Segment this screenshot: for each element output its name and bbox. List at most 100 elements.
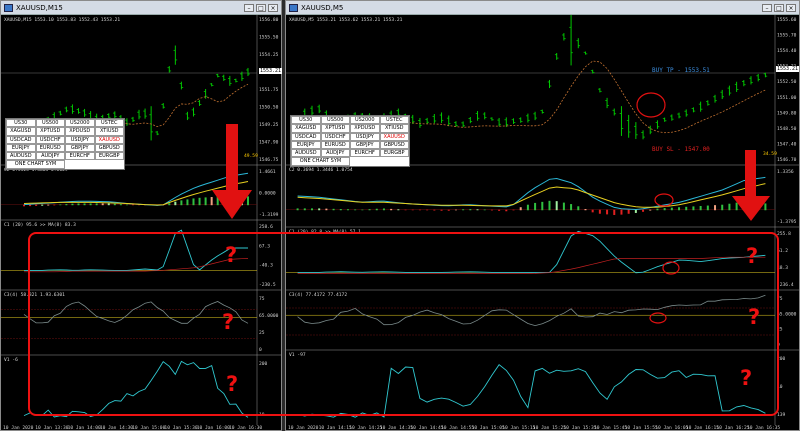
macd-histogram-bar xyxy=(757,202,760,211)
macd-header: C2 0.3694 1.3446 1.0754 xyxy=(289,167,353,173)
left-chart-canvas[interactable]: XAUUSD,M15 1553.10 1553.83 1552.43 1553.… xyxy=(1,15,281,431)
symbol-button-us30[interactable]: US30 xyxy=(291,116,321,125)
symbol-button-audjpy[interactable]: AUDJPY xyxy=(35,152,65,161)
chart-window-icon xyxy=(289,3,298,12)
stoch-axis-label: 25 xyxy=(259,330,265,336)
symbol-button-xauusd[interactable]: XAUUSD xyxy=(379,132,409,141)
symbol-button-xtiusd[interactable]: XTIUSD xyxy=(94,127,124,136)
symbol-button-audusd[interactable]: AUDUSD xyxy=(6,152,36,161)
volume-axis-label: 139 xyxy=(777,412,786,418)
macd-histogram-bar xyxy=(113,203,116,206)
stoch-line xyxy=(297,294,766,327)
symbol-button-audusd[interactable]: AUDUSD xyxy=(291,149,321,158)
minimize-button[interactable]: – xyxy=(762,3,772,12)
symbol-button-gbpjpy[interactable]: GBPJPY xyxy=(350,140,380,150)
macd-histogram-bar xyxy=(107,203,110,206)
right-window-titlebar[interactable]: XAUUSD,M5 – □ × xyxy=(286,1,799,15)
chart-window-icon xyxy=(4,3,13,12)
symbol-button-xpdusd[interactable]: XPDUSD xyxy=(350,124,380,133)
price-axis-label: 1555.60 xyxy=(777,17,797,23)
macd-histogram-bar xyxy=(498,209,501,211)
symbol-button-us30[interactable]: US30 xyxy=(6,119,36,128)
symbol-button-xptusd[interactable]: XPTUSD xyxy=(35,127,65,136)
macd-histogram-bar xyxy=(404,209,407,211)
close-button[interactable]: × xyxy=(268,3,278,12)
symbol-button-usdcad[interactable]: USDCAD xyxy=(6,135,36,144)
maximize-button[interactable]: □ xyxy=(774,3,784,12)
symbol-button-eurgbp[interactable]: EURGBP xyxy=(94,152,124,161)
time-axis-label: 10 Jan 14:25 xyxy=(349,425,382,431)
symbol-button-usdchf[interactable]: USDCHF xyxy=(320,132,350,141)
macd-histogram-bar xyxy=(29,204,32,207)
symbol-button-eurchf[interactable]: EURCHF xyxy=(65,152,95,161)
left-window-titlebar[interactable]: XAUUSD,M15 – □ × xyxy=(1,1,281,15)
maximize-button[interactable]: □ xyxy=(256,3,266,12)
time-axis-label: 10 Jan 15:05 xyxy=(472,425,505,431)
right-chart-window[interactable]: XAUUSD,M5 – □ × XAUUSD,M5 1553.21 1553.6… xyxy=(285,0,800,431)
left-chart-window[interactable]: XAUUSD,M15 – □ × XAUUSD,M15 1553.10 1553… xyxy=(0,0,282,431)
one-chart-sym-button[interactable]: ONE CHART SYM xyxy=(291,157,350,166)
macd-histogram-bar xyxy=(382,208,385,211)
symbol-button-gbpjpy[interactable]: GBPJPY xyxy=(65,143,95,153)
symbol-button-xptusd[interactable]: XPTUSD xyxy=(320,124,350,133)
symbol-button-usdcad[interactable]: USDCAD xyxy=(291,132,321,141)
symbol-button-eurchf[interactable]: EURCHF xyxy=(350,149,380,158)
symbol-button-usdchf[interactable]: USDCHF xyxy=(35,135,65,144)
one-chart-sym-button[interactable]: ONE CHART SYM xyxy=(6,160,65,169)
symbol-button-ustec[interactable]: USTEC xyxy=(379,116,409,125)
symbol-button-usdjpy[interactable]: USDJPY xyxy=(65,135,95,144)
time-axis-label: 10 Jan 2020 xyxy=(288,425,319,431)
minimize-button[interactable]: – xyxy=(244,3,254,12)
symbol-button-us2000[interactable]: US2000 xyxy=(350,116,380,125)
symbol-button-audjpy[interactable]: AUDJPY xyxy=(320,149,350,158)
price-axis-label: 1552.50 xyxy=(777,79,797,85)
symbol-button-gbpusd[interactable]: GBPUSD xyxy=(379,140,409,150)
symbol-button-xagusd[interactable]: XAGUSD xyxy=(6,127,36,136)
macd-histogram-bar xyxy=(656,208,659,211)
macd-histogram-bar xyxy=(706,205,709,211)
symbol-button-us500[interactable]: US500 xyxy=(320,116,350,125)
macd-histogram-bar xyxy=(663,208,666,211)
symbol-button-us500[interactable]: US500 xyxy=(35,119,65,128)
stoch-axis-label: 0 xyxy=(259,347,262,353)
left-price-value: 49.59 xyxy=(244,154,258,159)
stoch-axis-label: 65.0000 xyxy=(777,311,797,317)
time-axis-label: 10 Jan 15:45 xyxy=(594,425,627,431)
left-symbol-panel[interactable]: US30 US500 US2000 USTEC XAGUSD XPTUSD XPDUSD XT… xyxy=(5,118,125,170)
time-axis-label: 10 Jan 15:30 xyxy=(164,425,197,431)
left-window-title: XAUUSD,M15 xyxy=(16,3,63,12)
macd-histogram-bar xyxy=(35,204,38,206)
symbol-button-us2000[interactable]: US2000 xyxy=(65,119,95,128)
symbol-button-eurusd[interactable]: EURUSD xyxy=(320,140,350,150)
macd-histogram-bar xyxy=(204,197,207,206)
macd-histogram-bar xyxy=(222,196,225,206)
time-axis-label: 10 Jan 13:30 xyxy=(35,425,68,431)
macd-histogram-bar xyxy=(246,196,249,206)
symbol-button-xpdusd[interactable]: XPDUSD xyxy=(65,127,95,136)
symbol-button-eurjpy[interactable]: EURJPY xyxy=(291,140,321,150)
macd-histogram-bar xyxy=(240,196,243,206)
cci-line xyxy=(297,230,766,274)
volume-header: V1 -6 xyxy=(4,357,18,363)
macd-histogram-bar xyxy=(634,209,637,213)
symbol-button-xagusd[interactable]: XAGUSD xyxy=(291,124,321,133)
symbol-button-xauusd[interactable]: XAUUSD xyxy=(94,135,124,144)
right-symbol-panel[interactable]: US30 US500 US2000 USTEC XAGUSD XPTUSD XPDUSD XT… xyxy=(290,115,410,167)
symbol-button-eurjpy[interactable]: EURJPY xyxy=(6,143,36,153)
symbol-button-gbpusd[interactable]: GBPUSD xyxy=(94,143,124,153)
macd-histogram-bar xyxy=(174,201,177,206)
right-chart-canvas[interactable]: XAUUSD,M5 1553.21 1553.62 1553.21 1553.2… xyxy=(286,15,799,431)
cci-header: C1 (20) 82.8 >> MA(8) 57.1 xyxy=(289,229,361,235)
symbol-button-ustec[interactable]: USTEC xyxy=(94,119,124,128)
symbol-button-xtiusd[interactable]: XTIUSD xyxy=(379,124,409,133)
macd-histogram-bar xyxy=(296,208,299,211)
macd-histogram-bar xyxy=(462,209,465,211)
symbol-button-eurusd[interactable]: EURUSD xyxy=(35,143,65,153)
symbol-button-eurgbp[interactable]: EURGBP xyxy=(379,149,409,158)
macd-signal-line xyxy=(297,183,766,208)
stoch-line xyxy=(23,301,249,324)
right-current-price-box: 1553.21 xyxy=(776,66,800,72)
close-button[interactable]: × xyxy=(786,3,796,12)
macd-histogram-bar xyxy=(411,209,414,211)
symbol-button-usdjpy[interactable]: USDJPY xyxy=(350,132,380,141)
